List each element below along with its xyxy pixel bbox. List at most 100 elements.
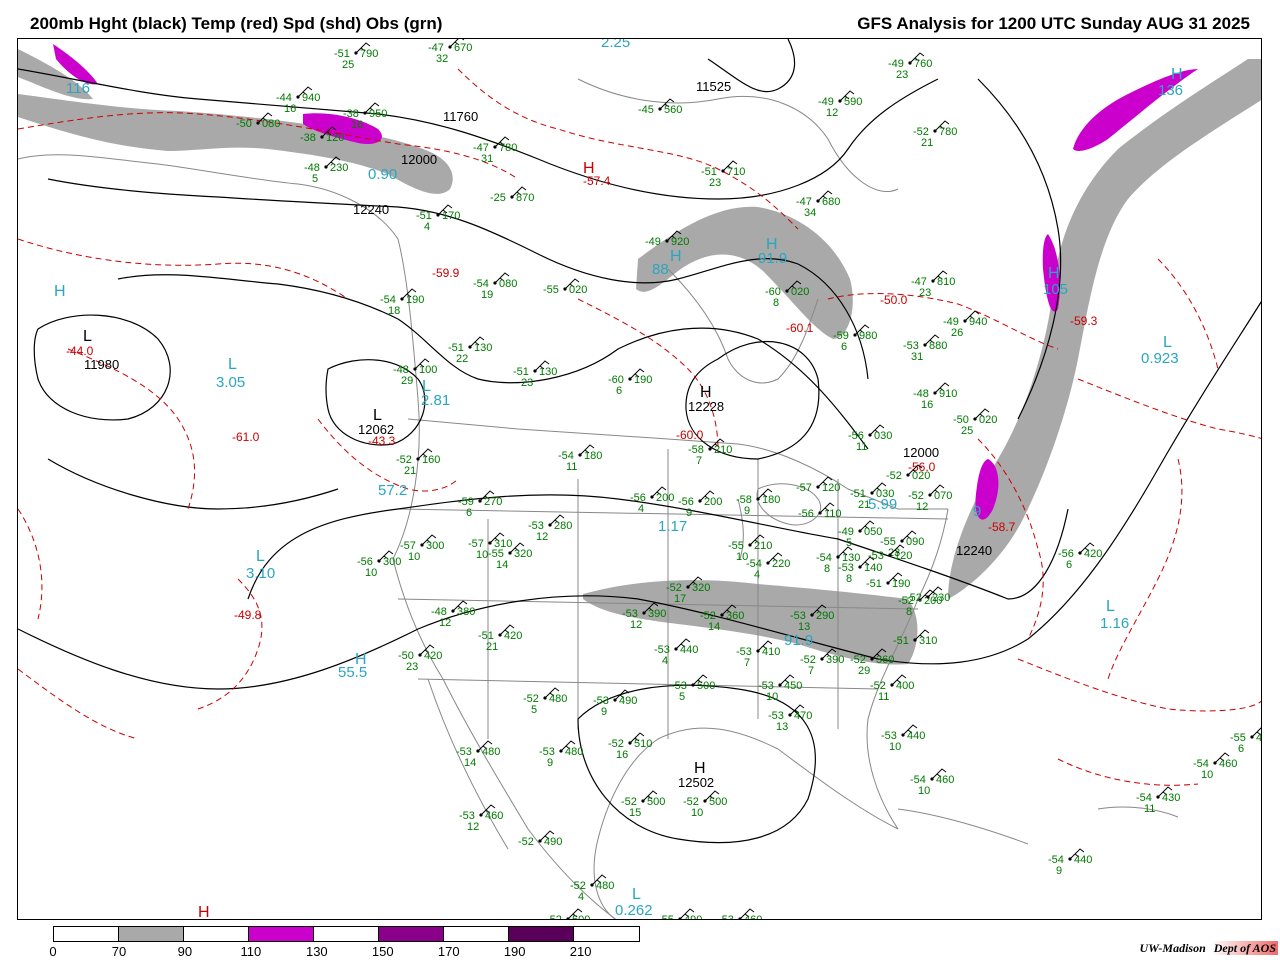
station-dewpoint: 29 <box>858 665 870 677</box>
colorbar-segment <box>379 927 444 941</box>
station-height: 190 <box>406 294 424 306</box>
station-dewpoint: 21 <box>921 137 933 149</box>
station-dewpoint: 7 <box>808 665 814 677</box>
station-temp: -50 <box>236 118 252 130</box>
station-dewpoint: 5 <box>679 691 685 703</box>
station-dewpoint: 23 <box>919 287 931 299</box>
station-dewpoint: 22 <box>456 353 468 365</box>
station-dewpoint: 14 <box>708 621 720 633</box>
station-height: 440 <box>680 644 698 656</box>
station-dewpoint: 23 <box>521 377 533 389</box>
station-dewpoint: 10 <box>1201 769 1213 781</box>
station-ob: -50 42023 <box>398 644 442 673</box>
temp-label: -61.0 <box>232 430 260 444</box>
station-ob: -48 2305 <box>304 156 348 185</box>
station-height: 980 <box>859 330 877 342</box>
temp-contour-12 <box>1017 658 1261 712</box>
station-ob: -52 4805 <box>523 687 567 716</box>
station-height: 870 <box>516 192 534 204</box>
cuba <box>897 808 1029 845</box>
station-dewpoint: 15 <box>629 807 641 819</box>
station-height: 500 <box>709 796 727 808</box>
temp-contour-16 <box>18 508 43 620</box>
station-height: 200 <box>704 496 722 508</box>
station-height: 390 <box>648 608 666 620</box>
height-contours <box>18 39 1261 844</box>
center-marker: L <box>256 548 265 565</box>
center-marker: H <box>355 651 367 668</box>
station-ob: -53 88031 <box>903 334 947 363</box>
height-label: 11525 <box>696 79 731 94</box>
station-temp: -52 <box>906 592 922 604</box>
station-ob: -51 79025 <box>334 42 378 71</box>
temp-label: -43.3 <box>368 434 396 448</box>
station-dewpoint: 4 <box>754 569 760 581</box>
station-ob: -59 2706 <box>458 490 502 519</box>
center-marker: L <box>1163 334 1172 351</box>
station-height: 120 <box>894 550 912 562</box>
station-ob: -52 40011 <box>870 674 914 703</box>
temp-label: -59.9 <box>432 266 460 280</box>
station-height: 910 <box>939 388 957 400</box>
station-dewpoint: 11 <box>566 461 577 473</box>
analysis-time-title: GFS Analysis for 1200 UTC Sunday AUG 31 … <box>857 14 1250 33</box>
station-dewpoint: 11 <box>856 441 867 453</box>
station-height: 290 <box>816 610 834 622</box>
station-height: 420 <box>424 650 442 662</box>
station-dewpoint: 25 <box>961 425 973 437</box>
temp-label: -60.0 <box>676 428 704 442</box>
station-height: 230 <box>932 592 950 604</box>
station-height: 710 <box>727 166 745 178</box>
station-height: 300 <box>383 556 401 568</box>
station-dewpoint: 8 <box>773 297 779 309</box>
station-dewpoint: 5 <box>312 173 318 185</box>
colorbar-tick-label: 130 <box>305 944 328 959</box>
station-height: 230 <box>330 162 348 174</box>
station-height: 460 <box>1219 758 1237 770</box>
station-ob: -54 4409 <box>1048 848 1092 877</box>
station-height: 480 <box>482 746 500 758</box>
speed-max-label: 9 <box>973 503 981 520</box>
station-ob: -52 78021 <box>913 120 957 149</box>
station-temp: -52 <box>518 836 534 848</box>
speed-max-label: 116 <box>66 80 90 97</box>
colorbar-segment <box>444 927 509 941</box>
station-dewpoint: 11 <box>878 691 889 703</box>
station-ob: -60 1906 <box>608 368 652 397</box>
temp-label: -60.1 <box>786 321 814 335</box>
station-dewpoint: 4 <box>424 221 430 233</box>
temperature-contours <box>18 68 1261 786</box>
station-height: 130 <box>539 366 557 378</box>
colorbar-segment <box>54 927 119 941</box>
station-height: 780 <box>499 142 517 154</box>
station-dewpoint: 31 <box>911 351 923 363</box>
station-ob: -53 45010 <box>758 674 802 703</box>
station-height: 180 <box>762 494 780 506</box>
station-dewpoint: 4 <box>662 655 668 667</box>
station-height: 090 <box>906 536 924 548</box>
station-dewpoint: 10 <box>889 741 901 753</box>
credit-dept: Dept of AOS <box>1211 941 1278 955</box>
station-temp: -57 <box>796 482 812 494</box>
center-marker: H <box>766 236 778 253</box>
station-temp: -53 <box>868 550 884 562</box>
station-dewpoint: 12 <box>536 531 548 543</box>
station-dewpoint: 31 <box>481 153 493 165</box>
colorbar-segment <box>184 927 249 941</box>
station-temp: -25 <box>490 192 506 204</box>
station-ob: -55 020 <box>543 278 587 296</box>
station-ob: -53 460 <box>718 908 762 919</box>
station-height: 160 <box>422 454 440 466</box>
station-temp: -52 <box>886 470 902 482</box>
credit-text: UW-Madison Dept of AOS <box>1140 941 1278 956</box>
station-height: 510 <box>634 738 652 750</box>
colorbar-tick-label: 210 <box>569 944 592 959</box>
station-height: 020 <box>979 414 997 426</box>
station-dewpoint: 12 <box>467 821 479 833</box>
station-height: 500 <box>697 680 715 692</box>
temp-label: -44.0 <box>66 344 94 358</box>
station-dewpoint: 10 <box>476 549 488 561</box>
station-height: 320 <box>514 548 532 560</box>
station-height: 810 <box>937 276 955 288</box>
station-dewpoint: 34 <box>804 207 816 219</box>
